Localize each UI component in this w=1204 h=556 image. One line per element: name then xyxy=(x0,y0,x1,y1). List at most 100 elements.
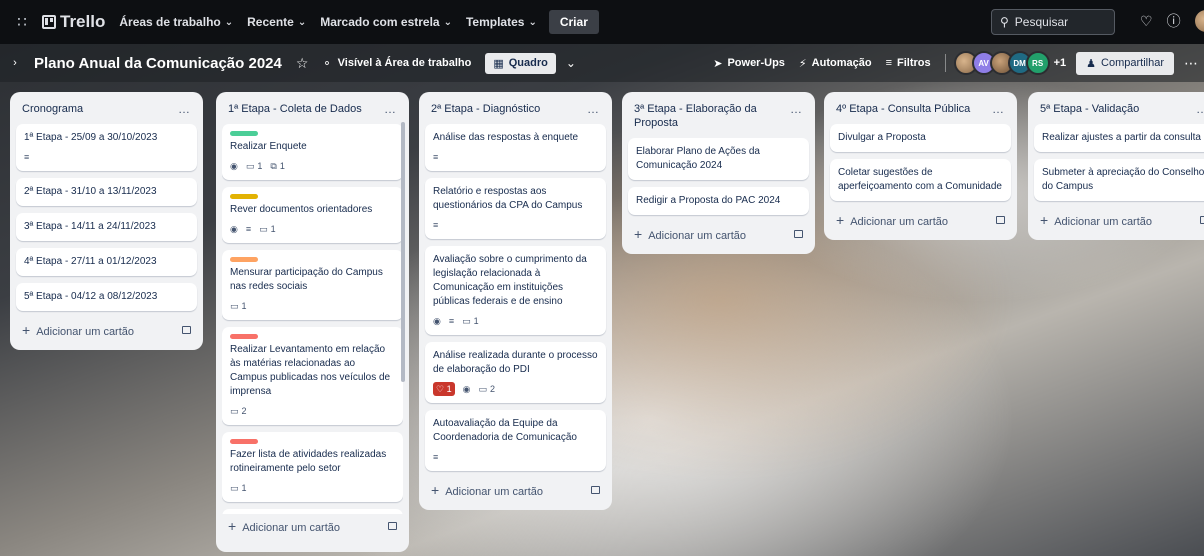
create-from-template-icon[interactable] xyxy=(388,522,397,530)
comment-icon: ▭ xyxy=(230,406,239,416)
card-title: 5ª Etapa - 04/12 a 08/12/2023 xyxy=(24,291,158,302)
card[interactable]: Coletar sugestões de aperfeiçoamento com… xyxy=(830,159,1011,201)
add-person-icon: ♟ xyxy=(1086,57,1097,70)
card-label[interactable] xyxy=(230,439,258,444)
nav-templates[interactable]: Templates ⌄ xyxy=(466,15,537,29)
search-input[interactable]: ⚲ Pesquisar xyxy=(991,9,1115,35)
list-menu-icon[interactable]: … xyxy=(790,102,803,116)
card[interactable]: Avaliação sobre o cumprimento da legisla… xyxy=(425,246,606,335)
card[interactable]: Elaborar Plano de Ações da Comunicação 2… xyxy=(628,138,809,180)
nav-starred[interactable]: Marcado com estrela ⌄ xyxy=(320,15,452,29)
card[interactable]: Realizar Enquete ◉ ▭ 1 ⧉ 1 xyxy=(222,124,403,180)
list-column: 3ª Etapa - Elaboração da Proposta… Elabor… xyxy=(622,92,815,254)
plus-icon: + xyxy=(22,322,31,338)
list-header[interactable]: 4º Etapa - Consulta Pública … xyxy=(830,98,1011,124)
card-label[interactable] xyxy=(230,257,258,262)
list-scrollbar[interactable] xyxy=(401,122,405,382)
card-badges: ≡ xyxy=(433,150,598,164)
card-title: Autoavaliação da Equipe da Coordenadoria… xyxy=(433,418,577,443)
card[interactable]: Mensurar participação do Campus nas rede… xyxy=(222,250,403,320)
list-header[interactable]: 1ª Etapa - Coleta de Dados … xyxy=(222,98,403,124)
list-title[interactable]: 3ª Etapa - Elaboração da Proposta xyxy=(634,102,790,130)
nav-recent[interactable]: Recente ⌄ xyxy=(247,15,306,29)
create-button[interactable]: Criar xyxy=(548,10,599,34)
board-menu-icon[interactable]: ⋯ xyxy=(1184,55,1198,72)
user-avatar[interactable] xyxy=(1194,10,1204,32)
list-menu-icon[interactable]: … xyxy=(992,102,1005,116)
list-menu-icon[interactable]: … xyxy=(384,102,397,116)
card[interactable]: 2ª Etapa - 31/10 a 13/11/2023 xyxy=(16,178,197,206)
card[interactable]: Realizar ajustes a partir da consulta xyxy=(1034,124,1204,152)
add-card-text: Adicionar um cartão xyxy=(36,326,135,338)
list-title[interactable]: Cronograma xyxy=(22,102,83,116)
member-avatar[interactable]: RS xyxy=(1025,51,1050,75)
card-label[interactable] xyxy=(230,194,258,199)
card-title: 1ª Etapa - 25/09 a 30/10/2023 xyxy=(24,132,158,143)
add-card-label: + Adicionar um cartão xyxy=(22,322,134,338)
card[interactable]: Autoavaliação da Equipe da Coordenadoria… xyxy=(425,410,606,471)
list-menu-icon[interactable]: … xyxy=(178,102,191,116)
comment-icon: ▭ xyxy=(245,161,255,171)
list-menu-icon[interactable]: … xyxy=(1196,102,1204,116)
create-from-template-icon[interactable] xyxy=(182,326,191,334)
card[interactable]: Divulgar a Proposta xyxy=(830,124,1011,152)
board-title[interactable]: Plano Anual da Comunicação 2024 xyxy=(34,55,282,72)
visibility-button[interactable]: ⚬ Visível à Área de trabalho xyxy=(322,57,471,70)
list-header[interactable]: 3ª Etapa - Elaboração da Proposta… xyxy=(628,98,809,138)
card-label[interactable] xyxy=(230,334,258,339)
sidebar-toggle-icon[interactable]: › xyxy=(6,44,24,82)
card[interactable]: 4ª Etapa - 27/11 a 01/12/2023 xyxy=(16,248,197,276)
card[interactable]: Realizar Levantamento em relação às maté… xyxy=(222,327,403,425)
add-card-button[interactable]: + Adicionar um cartão xyxy=(425,478,606,502)
automation-button[interactable]: ⚡ Automação xyxy=(799,57,872,70)
nav-workspaces[interactable]: Áreas de trabalho ⌄ xyxy=(119,15,233,29)
card-badges: ≡ xyxy=(433,218,598,232)
filters-button[interactable]: ≡ Filtros xyxy=(886,57,931,69)
create-from-template-icon[interactable] xyxy=(794,230,803,238)
notifications-icon[interactable]: ♡ xyxy=(1140,13,1153,30)
create-from-template-icon[interactable] xyxy=(1200,216,1204,224)
card[interactable]: Relatório e respostas aos questionários … xyxy=(425,178,606,239)
divider xyxy=(944,54,946,72)
card[interactable]: 1ª Etapa - 25/09 a 30/10/2023 ≡ xyxy=(16,124,197,171)
card[interactable]: Redigir a Proposta do PAC 2024 xyxy=(628,187,809,215)
card[interactable]: Rever documentos orientadores ◉ ≡ ▭ 1 xyxy=(222,187,403,243)
card[interactable]: Fazer lista de atividades realizadas rot… xyxy=(222,432,403,502)
trello-logo[interactable]: Trello xyxy=(42,12,105,32)
card[interactable]: 3ª Etapa - 14/11 a 24/11/2023 xyxy=(16,213,197,241)
card[interactable]: Submeter à apreciação do Conselho do Cam… xyxy=(1034,159,1204,201)
list-title[interactable]: 2ª Etapa - Diagnóstico xyxy=(431,102,540,116)
list-title[interactable]: 4º Etapa - Consulta Pública xyxy=(836,102,970,116)
description-icon: ≡ xyxy=(433,452,439,462)
more-members-count[interactable]: +1 xyxy=(1054,57,1067,69)
power-ups-button[interactable]: ➤ Power-Ups xyxy=(713,57,785,70)
card[interactable]: Análise das respostas à enquete ≡ xyxy=(425,124,606,171)
create-from-template-icon[interactable] xyxy=(591,486,600,494)
card[interactable]: 5ª Etapa - 04/12 a 08/12/2023 xyxy=(16,283,197,311)
list-title[interactable]: 1ª Etapa - Coleta de Dados xyxy=(228,102,362,116)
share-button[interactable]: ♟ Compartilhar xyxy=(1076,51,1174,75)
board-view-button[interactable]: ▦ Quadro xyxy=(485,52,556,74)
plus-icon: + xyxy=(228,518,237,534)
list-header[interactable]: 2ª Etapa - Diagnóstico … xyxy=(425,98,606,124)
add-card-button[interactable]: + Adicionar um cartão xyxy=(628,222,809,246)
card-label[interactable] xyxy=(230,131,258,136)
list-title[interactable]: 5ª Etapa - Validação xyxy=(1040,102,1139,116)
add-card-button[interactable]: + Adicionar um cartão xyxy=(830,208,1011,232)
card[interactable]: Análise realizada durante o processo de … xyxy=(425,342,606,403)
description-icon: ≡ xyxy=(24,152,30,162)
add-card-button[interactable]: + Adicionar um cartão xyxy=(222,514,403,538)
list-menu-icon[interactable]: … xyxy=(587,102,600,116)
star-icon[interactable]: ☆ xyxy=(296,55,309,72)
add-card-button[interactable]: + Adicionar um cartão xyxy=(16,318,197,342)
help-icon[interactable]: ⓘ xyxy=(1167,11,1181,31)
board-members[interactable]: AV DM RS +1 xyxy=(953,51,1067,75)
list-header[interactable]: Cronograma … xyxy=(16,98,197,124)
add-card-button[interactable]: + Adicionar um cartão xyxy=(1034,208,1204,232)
list-header[interactable]: 5ª Etapa - Validação … xyxy=(1034,98,1204,124)
chevron-down-icon[interactable]: ⌄ xyxy=(566,56,576,70)
brand-name: Trello xyxy=(60,12,106,31)
app-switcher-icon[interactable]: ∷ xyxy=(10,10,34,34)
create-from-template-icon[interactable] xyxy=(996,216,1005,224)
card-title: Análise realizada durante o processo de … xyxy=(433,350,598,375)
